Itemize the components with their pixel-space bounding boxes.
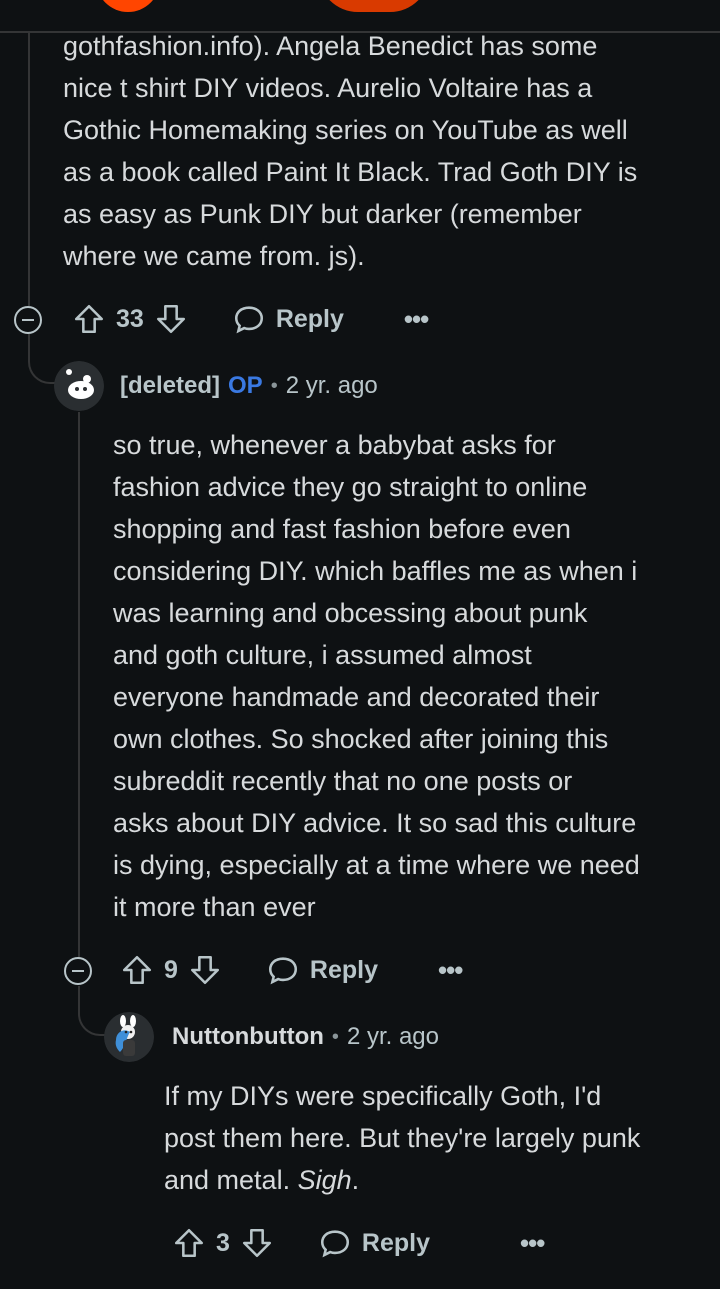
comment-line: shopping and fast fashion before even bbox=[113, 514, 571, 544]
comment-line: fashion advice they go straight to onlin… bbox=[113, 472, 588, 502]
comment-header: Nuttonbutton • 2 yr. ago bbox=[172, 1017, 439, 1057]
thread-line-op bbox=[78, 412, 80, 958]
reply-icon[interactable] bbox=[266, 953, 300, 987]
comment-header: [deleted] OP • 2 yr. ago bbox=[120, 366, 378, 406]
comment-timestamp: 2 yr. ago bbox=[346, 1023, 439, 1050]
separator-dot: • bbox=[270, 374, 278, 397]
upvote-icon[interactable] bbox=[120, 953, 154, 987]
more-options-button[interactable]: ••• bbox=[438, 955, 463, 986]
reply-button[interactable]: Reply bbox=[276, 305, 344, 334]
comment-line: If my DIYs were specifically Goth, I'd bbox=[164, 1081, 602, 1111]
thread-connector-op bbox=[28, 334, 56, 384]
comment-line: so true, whenever a babybat asks for bbox=[113, 430, 556, 460]
comment-actions: 3 Reply ••• bbox=[172, 1223, 545, 1263]
upvote-icon[interactable] bbox=[72, 302, 106, 336]
vote-count: 9 bbox=[164, 955, 178, 984]
downvote-icon[interactable] bbox=[154, 302, 188, 336]
comment-actions: 9 Reply ••• bbox=[120, 950, 463, 990]
reply-icon[interactable] bbox=[318, 1226, 352, 1260]
downvote-icon[interactable] bbox=[188, 953, 222, 987]
comment-line: is dying, especially at a time where we … bbox=[113, 850, 640, 880]
italic-text: Sigh bbox=[297, 1165, 352, 1195]
comment-actions: 33 Reply ••• bbox=[72, 299, 429, 339]
reply-button[interactable]: Reply bbox=[362, 1229, 430, 1258]
reply-button[interactable]: Reply bbox=[310, 956, 378, 985]
more-options-button[interactable]: ••• bbox=[404, 304, 429, 335]
comment-body: so true, whenever a babybat asks for fas… bbox=[113, 424, 708, 928]
header-button-fragment[interactable] bbox=[318, 0, 430, 12]
thread-connector-reply bbox=[78, 986, 106, 1036]
comment-line: post them here. But they're largely punk bbox=[164, 1123, 641, 1153]
comment-body: gothfashion.info). Angela Benedict has s… bbox=[63, 25, 703, 277]
comment-line: everyone handmade and decorated their bbox=[113, 682, 600, 712]
app-logo-fragment bbox=[96, 0, 160, 12]
comment-line: and metal. Sigh. bbox=[164, 1159, 709, 1201]
comment-text: and metal. bbox=[164, 1165, 298, 1195]
comment-line: where we came from. js). bbox=[63, 241, 365, 271]
avatar[interactable] bbox=[104, 1012, 154, 1062]
comment-line: nice t shirt DIY videos. Aurelio Voltair… bbox=[63, 73, 593, 103]
reply-icon[interactable] bbox=[232, 302, 266, 336]
comment-line: as easy as Punk DIY but darker (remember bbox=[63, 199, 582, 229]
vote-count: 33 bbox=[116, 304, 144, 333]
comment-line: subreddit recently that no one posts or bbox=[113, 766, 573, 796]
comment-text: . bbox=[351, 1165, 360, 1195]
thread-line-top bbox=[28, 33, 30, 306]
avatar[interactable] bbox=[54, 361, 104, 411]
downvote-icon[interactable] bbox=[240, 1226, 274, 1260]
separator-dot: • bbox=[331, 1025, 339, 1048]
comment-line: gothfashion.info). Angela Benedict has s… bbox=[63, 31, 598, 61]
vote-count: 3 bbox=[216, 1228, 230, 1257]
comment-timestamp: 2 yr. ago bbox=[285, 372, 378, 399]
collapse-thread-button[interactable] bbox=[14, 306, 42, 334]
comment-author[interactable]: [deleted] bbox=[120, 372, 220, 400]
comment-body: If my DIYs were specifically Goth, I'd p… bbox=[164, 1075, 709, 1201]
comment-line: considering DIY. which baffles me as whe… bbox=[113, 556, 638, 586]
comment-line: and goth culture, i assumed almost bbox=[113, 640, 532, 670]
comment-line: own clothes. So shocked after joining th… bbox=[113, 724, 609, 754]
upvote-icon[interactable] bbox=[172, 1226, 206, 1260]
comment-line: Gothic Homemaking series on YouTube as w… bbox=[63, 115, 628, 145]
op-badge: OP bbox=[228, 372, 263, 399]
comment-author[interactable]: Nuttonbutton bbox=[172, 1023, 324, 1051]
more-options-button[interactable]: ••• bbox=[520, 1228, 545, 1259]
comment-line: it more than ever bbox=[113, 892, 316, 922]
comment-line: asks about DIY advice. It so sad this cu… bbox=[113, 808, 637, 838]
comment-line: as a book called Paint It Black. Trad Go… bbox=[63, 157, 638, 187]
collapse-thread-button[interactable] bbox=[64, 957, 92, 985]
comment-line: was learning and obcessing about punk bbox=[113, 598, 588, 628]
